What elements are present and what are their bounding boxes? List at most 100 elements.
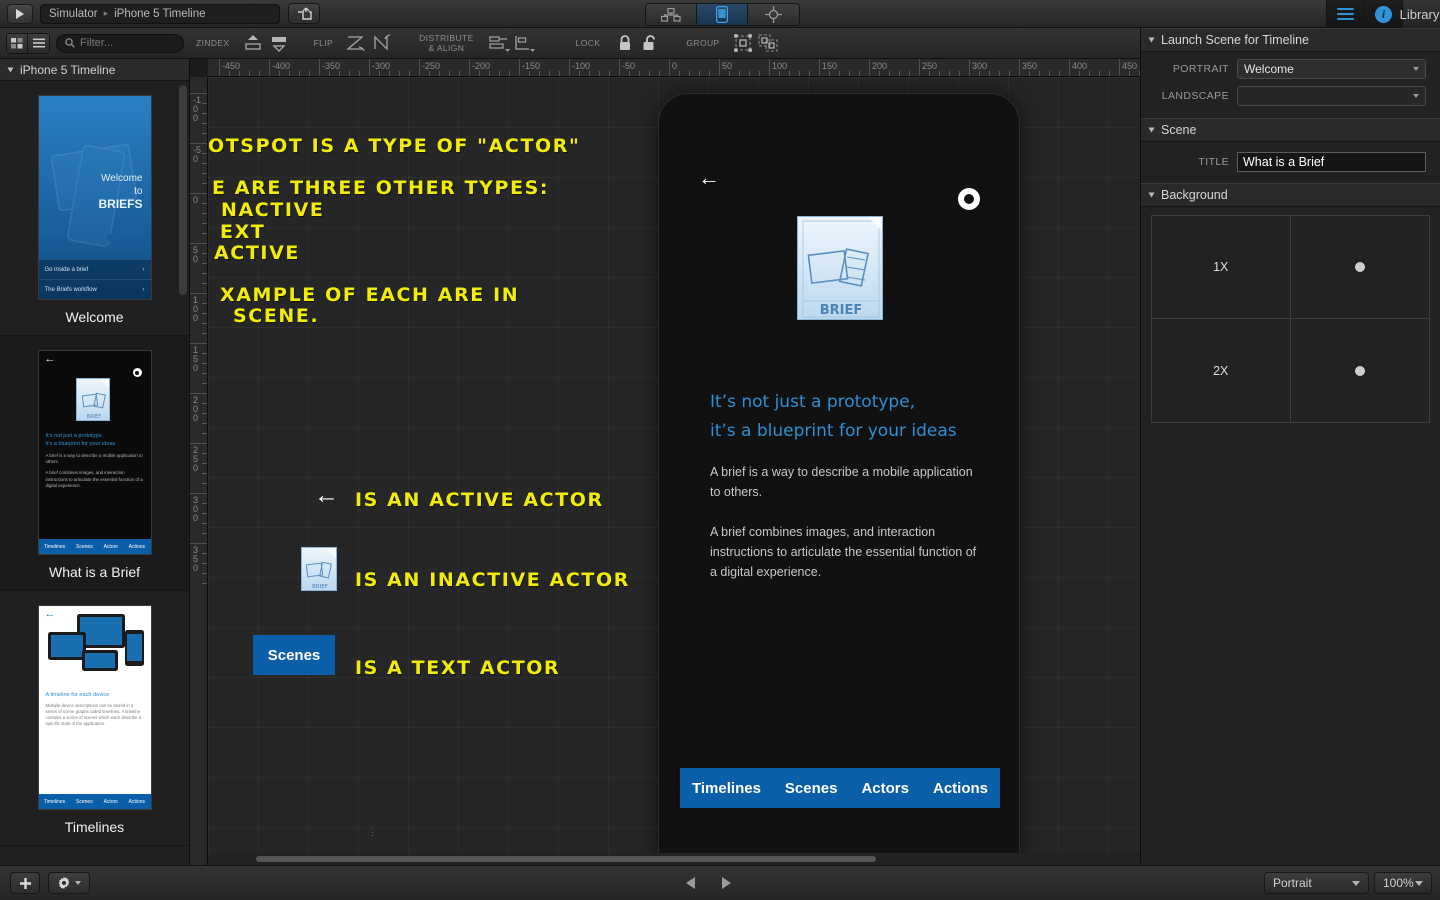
grid-view-button[interactable] [7,33,28,53]
ruler-tick [190,243,207,244]
legend-text-actor-label[interactable]: IS A TEXT ACTOR [355,657,560,679]
welcome-line1: Welcome [101,173,143,184]
library-button[interactable]: Library [1400,0,1440,28]
share-button[interactable] [288,3,320,24]
nav-item-actions[interactable]: Actions [933,780,988,797]
timelines-paragraph: Multiple device descriptions can be stor… [45,703,142,726]
flip-vertical-button[interactable] [369,30,395,56]
ruler-tick [919,59,920,76]
legend-text-actor-icon[interactable]: Scenes [253,635,335,675]
zoom-popup[interactable]: 100% [1374,872,1432,894]
legend-inactive-actor-label[interactable]: IS AN INACTIVE ACTOR [355,569,630,591]
device-mockup[interactable]: ← BRIEF It’s not just a prototype, it’s … [658,93,1020,853]
preview-nav-bar[interactable]: Timelines Scenes Actors Actions [680,768,1000,808]
unlock-button[interactable] [638,30,664,56]
send-backward-button[interactable] [266,30,292,56]
scene-title-value: What is a Brief [1243,155,1325,169]
segment-target-view[interactable] [748,4,799,25]
disclosure-triangle-icon[interactable] [1148,192,1155,198]
horizontal-ruler: -450 -400 -350 -300 -250 -200 -150 -100 -50 0 50 10… [208,59,1140,77]
list-toggle-button[interactable] [1326,0,1364,28]
legend-active-actor-label[interactable]: IS AN ACTIVE ACTOR [355,489,604,511]
distribute-button[interactable] [486,30,512,56]
background-well-1x[interactable] [1290,216,1429,319]
background-well-2x[interactable] [1291,319,1430,422]
disclosure-triangle-icon[interactable] [1148,127,1155,133]
hotspot-dot-icon[interactable] [958,188,980,210]
annotation-example-line1[interactable]: XAMPLE OF EACH ARE IN [220,284,519,306]
segment-device-view[interactable] [697,4,748,25]
sidebar-item-timelines[interactable]: ← A timeline for each device Multiple de… [0,591,189,846]
group-button[interactable] [730,30,756,56]
ruler-minor-tick [939,71,940,76]
annotation-three-types[interactable]: E ARE THREE OTHER TYPES: [212,177,549,199]
ruler-minor-tick [202,573,207,574]
add-scene-button[interactable] [10,872,40,894]
settings-menu-button[interactable] [48,872,90,894]
bring-forward-button[interactable] [240,30,266,56]
scene-canvas[interactable]: OTSPOT IS A TYPE OF "ACTOR" E ARE THREE … [208,77,1140,853]
back-arrow-icon: ← [44,353,56,365]
ruler-minor-tick [329,71,330,76]
ungroup-button[interactable] [756,30,782,56]
legend-active-actor-icon[interactable]: ← [314,483,339,508]
align-button[interactable] [512,30,538,56]
breadcrumb-leaf[interactable]: iPhone 5 Timeline [114,8,205,20]
view-mode-segmented-control[interactable] [645,3,800,26]
svg-text:BRIEF: BRIEF [820,303,863,318]
ruler-label: -100 [572,61,591,71]
ruler-tick [369,59,370,76]
next-scene-button[interactable] [722,877,731,889]
scene-title-input[interactable]: What is a Brief [1237,152,1426,172]
nav-item-timelines[interactable]: Timelines [692,780,761,797]
sidebar-item-welcome[interactable]: Welcome to BRIEFS Go inside a brief › Th… [0,81,189,336]
sidebar-scrollbar[interactable] [179,85,187,295]
filter-field[interactable]: Filter... [56,33,184,53]
play-button[interactable] [7,3,33,24]
ruler-tick [969,59,970,76]
landscape-select[interactable] [1237,86,1426,106]
prev-scene-button[interactable] [686,877,695,889]
brief-doc-icon[interactable]: BRIEF [797,216,883,320]
annotation-type-active[interactable]: ACTIVE [214,242,300,264]
chevron-right-icon: ▸ [103,8,109,18]
device-screen[interactable]: ← BRIEF It’s not just a prototype, it’s … [680,156,1000,828]
scene-sidebar[interactable]: iPhone 5 Timeline Welcome to BRIEFS Go i… [0,59,190,865]
disclosure-triangle-icon[interactable] [7,67,14,72]
ruler-minor-tick [409,71,410,76]
flip-horizontal-button[interactable] [343,30,369,56]
back-arrow-icon[interactable]: ← [698,167,720,189]
portrait-select[interactable]: Welcome [1237,59,1426,79]
disclosure-triangle-icon[interactable] [1148,37,1155,43]
breadcrumb[interactable]: Simulator ▸ iPhone 5 Timeline [40,3,280,24]
ruler-minor-tick [609,71,610,76]
ruler-label: 100 [193,295,199,323]
orientation-popup[interactable]: Portrait [1264,872,1369,894]
lock-button[interactable] [612,30,638,56]
breadcrumb-root[interactable]: Simulator [49,8,98,20]
ruler-label: -300 [372,61,391,71]
nav-item-actors[interactable]: Actors [861,780,909,797]
section-header-background[interactable]: Background [1141,183,1440,207]
list-view-button[interactable] [28,33,49,53]
annotation-type-text[interactable]: EXT [220,221,265,243]
welcome-row-1[interactable]: Go inside a brief › [38,259,151,279]
segment-flow-view[interactable] [646,4,697,25]
sidebar-item-what-is-a-brief[interactable]: ← BRIEF It’s not just a prototype, it’s … [0,336,189,591]
section-header-scene[interactable]: Scene [1141,118,1440,142]
canvas-horizontal-scrollbar[interactable] [208,853,1140,865]
view-mode-toggle[interactable] [6,32,50,54]
welcome-row-2[interactable]: The Briefs workflow › [38,279,151,299]
sidebar-resize-handle[interactable]: ⋮ [368,827,378,837]
sidebar-group-header[interactable]: iPhone 5 Timeline [0,59,189,81]
search-icon [65,38,75,48]
distribute-horizontal-icon [489,36,510,52]
annotation-hotspot-type[interactable]: OTSPOT IS A TYPE OF "ACTOR" [208,135,581,157]
annotation-example-line2[interactable]: SCENE. [233,305,319,327]
ruler-minor-tick [479,71,480,76]
section-header-launch-scene[interactable]: Launch Scene for Timeline [1141,28,1440,52]
ruler-minor-tick [839,71,840,76]
legend-inactive-actor-icon[interactable]: BRIEF [301,547,337,591]
annotation-type-inactive[interactable]: NACTIVE [221,199,324,221]
nav-item-scenes[interactable]: Scenes [785,780,838,797]
